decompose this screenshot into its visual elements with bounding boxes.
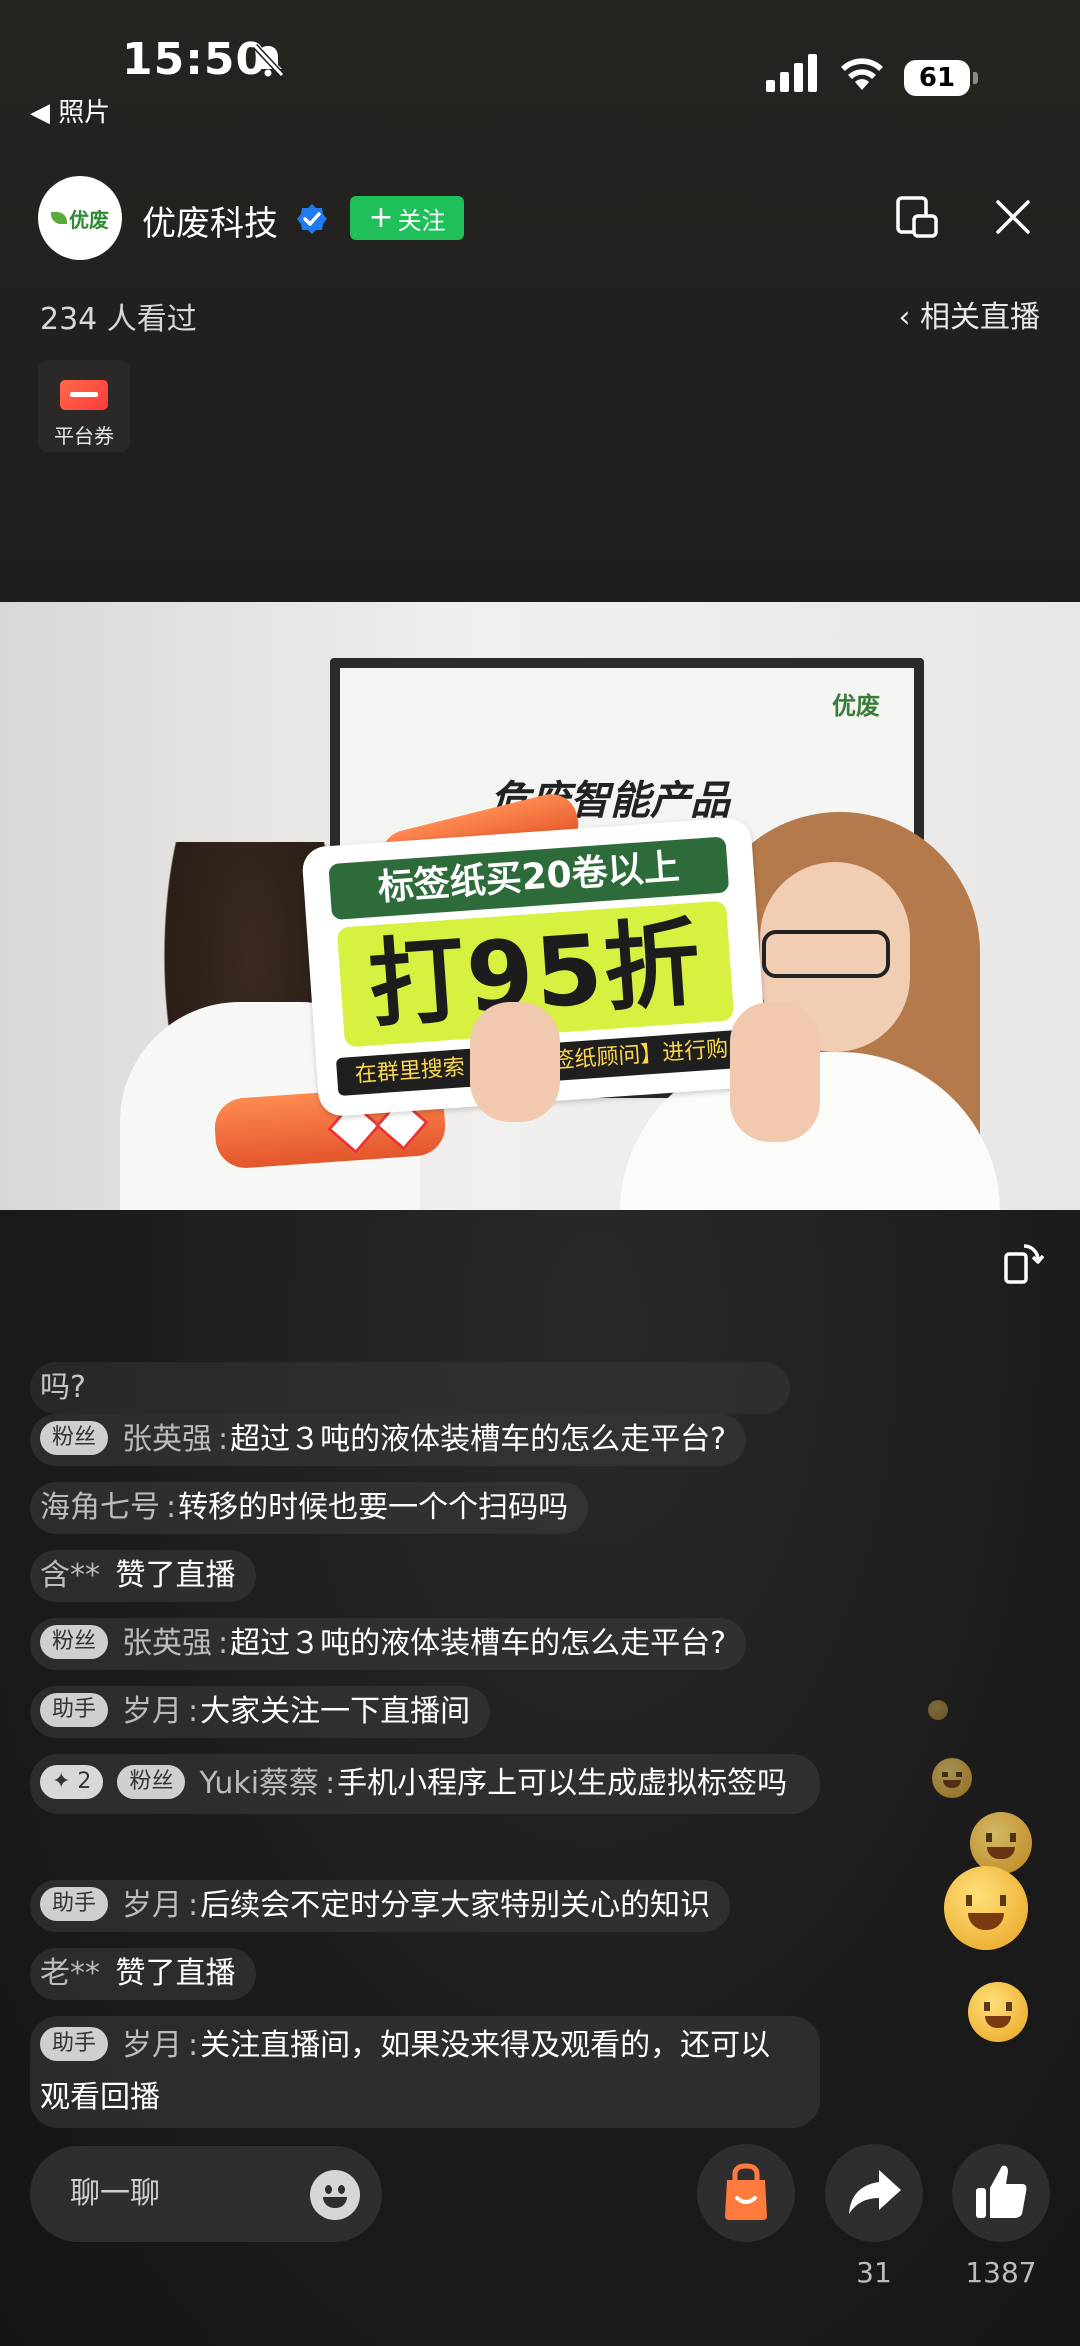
shop-cart-button[interactable] — [697, 2144, 795, 2242]
platform-coupon-button[interactable]: 平台券 — [38, 360, 130, 452]
chat-input[interactable]: 聊一聊 — [30, 2146, 382, 2242]
comment-user[interactable]: 岁月 — [122, 1694, 182, 1729]
comment-item: 含** 赞了直播 — [30, 1550, 256, 1602]
comment-text: 大家关注一下直播间 — [200, 1694, 471, 1729]
comment-item: 粉丝 张英强:超过３吨的液体装槽车的怎么走平台? — [30, 1618, 747, 1670]
comment-item: 助手 岁月:关注直播间，如果没来得及观看的，还可以观看回播 — [30, 2016, 820, 2128]
rotate-screen-icon[interactable] — [1000, 1240, 1046, 1286]
comment-user[interactable]: 岁月 — [122, 1888, 182, 1923]
comment-text: 转移的时候也要一个个扫码吗 — [178, 1490, 569, 1525]
viewer-count: 234 人看过 — [40, 302, 197, 337]
coupon-icon — [60, 380, 108, 410]
follow-label: 关注 — [397, 206, 446, 235]
comment-item: 粉丝 张英强:超过３吨的液体装槽车的怎么走平台? — [30, 1414, 747, 1466]
comment-user[interactable]: 含** — [40, 1558, 100, 1593]
floating-like-icon — [968, 1982, 1028, 2042]
emoji-icon[interactable] — [310, 2170, 360, 2220]
fan-badge: 粉丝 — [40, 1624, 109, 1659]
host-avatar[interactable]: 优废 — [38, 176, 122, 260]
back-to-photos-link[interactable]: ◀ 照片 — [30, 92, 110, 129]
comment-user[interactable]: 岁月 — [122, 2028, 182, 2063]
battery-level: 61 — [904, 60, 970, 96]
floating-like-icon — [928, 1700, 948, 1720]
shopping-bag-icon — [725, 2163, 767, 2220]
battery-icon: 61 — [904, 60, 978, 96]
assistant-badge: 助手 — [40, 1886, 109, 1921]
picture-in-picture-icon[interactable] — [894, 194, 940, 240]
level-badge: ✦ 2 — [40, 1764, 104, 1799]
comment-user[interactable]: 张英强 — [122, 1422, 212, 1457]
comment-user[interactable]: 张英强 — [122, 1626, 212, 1661]
coupon-label: 平台券 — [54, 424, 114, 448]
related-label: 相关直播 — [920, 300, 1040, 335]
comment-text: 手机小程序上可以生成虚拟标签吗 — [337, 1766, 788, 1801]
comment-user[interactable]: 老** — [40, 1956, 100, 1991]
thumbs-up-icon — [976, 2165, 1027, 2218]
verified-badge-icon — [297, 204, 327, 234]
comment-user[interactable]: Yuki蔡蔡 — [199, 1766, 319, 1801]
status-time: 15:50 — [122, 34, 268, 85]
cellular-signal-icon — [766, 54, 817, 92]
tv-brand: 优废 — [832, 692, 880, 720]
bell-muted-icon — [252, 43, 285, 78]
related-live-link[interactable]: ‹ 相关直播 — [898, 292, 1040, 336]
comment-text: 赞了直播 — [115, 1558, 236, 1593]
comment-text: 超过３吨的液体装槽车的怎么走平台? — [230, 1422, 727, 1457]
assistant-badge: 助手 — [40, 1692, 109, 1727]
follow-button[interactable]: + 关注 — [350, 196, 464, 240]
comment-item: 老** 赞了直播 — [30, 1948, 256, 2000]
share-arrow-icon — [849, 2170, 901, 2214]
assistant-badge: 助手 — [40, 2026, 109, 2061]
comment-text: 赞了直播 — [115, 1956, 236, 1991]
live-video[interactable]: 优废 危废智能产品 标签纸买20卷以上 打95折 在群里搜索【优废标签纸顾问】进… — [0, 602, 1080, 1210]
close-icon[interactable] — [992, 196, 1034, 238]
comment-text: 后续会不定时分享大家特别关心的知识 — [200, 1888, 711, 1923]
floating-like-icon — [970, 1812, 1032, 1874]
comment-text: 超过３吨的液体装槽车的怎么走平台? — [230, 1626, 727, 1661]
chat-placeholder: 聊一聊 — [70, 2176, 160, 2211]
share-count: 31 — [856, 2256, 892, 2289]
floating-like-icon — [944, 1866, 1028, 1950]
comment-item: 海角七号:转移的时候也要一个个扫码吗 — [30, 1482, 589, 1534]
wifi-icon — [841, 58, 883, 90]
fan-badge: 粉丝 — [40, 1420, 109, 1455]
like-button[interactable] — [952, 2144, 1050, 2242]
share-button[interactable] — [825, 2144, 923, 2242]
like-count: 1387 — [965, 2256, 1037, 2289]
host-name[interactable]: 优废科技 — [142, 196, 278, 245]
comment-item: 助手 岁月:后续会不定时分享大家特别关心的知识 — [30, 1880, 731, 1932]
back-label: 照片 — [58, 98, 111, 128]
comment-user[interactable]: 海角七号 — [40, 1490, 160, 1525]
comment-item: 助手 岁月:大家关注一下直播间 — [30, 1686, 491, 1738]
comment-text: 吗? — [40, 1370, 86, 1405]
fan-badge: 粉丝 — [117, 1764, 186, 1799]
floating-like-icon — [932, 1758, 972, 1798]
comment-item: 吗? — [30, 1362, 790, 1414]
comment-item: ✦ 2 粉丝 Yuki蔡蔡:手机小程序上可以生成虚拟标签吗 — [30, 1754, 820, 1814]
logo-text: 优废 — [69, 207, 109, 232]
